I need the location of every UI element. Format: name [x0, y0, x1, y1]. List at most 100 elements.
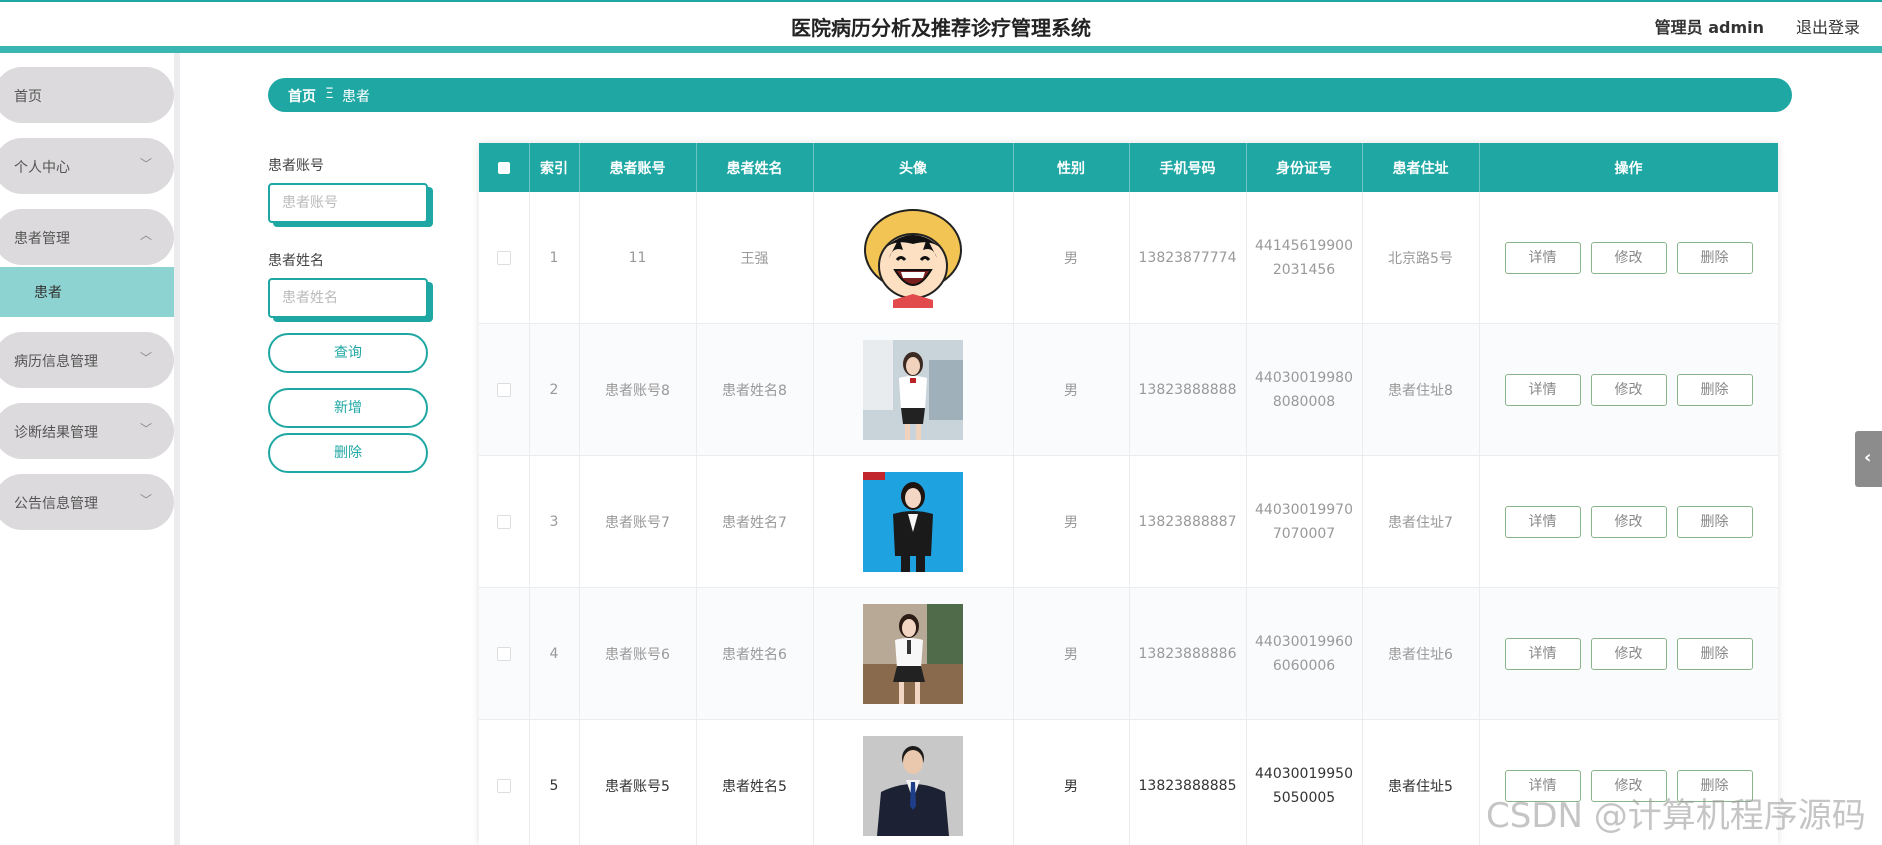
sidebar-item-personal-center[interactable]: 个人中心 ﹀ [0, 138, 174, 194]
sidebar-item-announcements[interactable]: 公告信息管理 ﹀ [0, 474, 174, 530]
admin-label: 管理员 admin [1654, 18, 1764, 37]
cell-name: 患者姓名7 [696, 455, 814, 588]
cell-gender: 男 [1013, 719, 1130, 845]
header: 医院病历分析及推荐诊疗管理系统 管理员 admin 退出登录 [0, 2, 1882, 46]
detail-button[interactable]: 详情 [1504, 373, 1581, 406]
cell-phone: 13823877774 [1129, 192, 1247, 324]
woman-blue-bg-photo-image [863, 471, 963, 572]
detail-button[interactable]: 详情 [1504, 505, 1581, 538]
sidebar-item-diagnosis-results[interactable]: 诊断结果管理 ﹀ [0, 403, 174, 459]
cell-name: 王强 [696, 192, 814, 324]
cartoon-avatar-image [864, 208, 962, 308]
cell-phone: 13823888886 [1129, 587, 1247, 720]
sidebar-item-label: 公告信息管理 [14, 496, 98, 512]
cell-id-number: 44030019970 7070007 [1246, 455, 1363, 588]
cell-id-number: 44030019980 8080008 [1246, 323, 1363, 456]
cell-name: 患者姓名8 [696, 323, 814, 456]
chevron-down-icon: ﹀ [139, 493, 152, 507]
cell-address: 患者住址8 [1362, 323, 1480, 456]
account-search-input[interactable] [268, 183, 428, 223]
sidebar-item-label: 诊断结果管理 [14, 425, 98, 441]
cell-id-number: 44030019960 6060006 [1246, 587, 1363, 720]
breadcrumb: 首页 Ξ 患者 [268, 78, 1792, 112]
cell-gender: 男 [1013, 192, 1130, 324]
collapse-tab[interactable]: ‹ [1855, 431, 1882, 487]
cell-account: 患者账号7 [579, 455, 697, 588]
cell-index: 4 [529, 587, 580, 720]
logout-button[interactable]: 退出登录 [1796, 14, 1860, 38]
man-suit-photo-image [863, 735, 963, 836]
woman-photo-image [863, 339, 963, 440]
edit-button[interactable]: 修改 [1590, 241, 1667, 274]
cell-gender: 男 [1013, 455, 1130, 588]
name-search-input[interactable] [268, 278, 428, 318]
cell-gender: 男 [1013, 587, 1130, 720]
cell-account: 患者账号8 [579, 323, 697, 456]
column-header: 患者账号 [579, 143, 697, 192]
patient-table: 索引 患者账号 患者姓名 头像 性别 手机号码 身份证号 患者住址 操作 1 1… [479, 143, 1778, 845]
cell-account: 患者账号6 [579, 587, 697, 720]
row-checkbox[interactable] [496, 382, 511, 397]
cell-phone: 13823888885 [1129, 719, 1247, 845]
sidebar-item-patient-management[interactable]: 患者管理 ︿ [0, 209, 174, 265]
column-header: 性别 [1013, 143, 1130, 192]
header-bar [0, 46, 1882, 53]
cell-phone: 13823888887 [1129, 455, 1247, 588]
delete-button[interactable]: 删除 [1676, 637, 1753, 670]
row-checkbox[interactable] [496, 250, 511, 265]
select-all-checkbox[interactable] [479, 143, 530, 192]
delete-button[interactable]: 删除 [1676, 373, 1753, 406]
edit-button[interactable]: 修改 [1590, 505, 1667, 538]
cell-account: 患者账号5 [579, 719, 697, 845]
column-header: 患者住址 [1362, 143, 1480, 192]
sidebar-item-home[interactable]: 首页 [0, 67, 174, 123]
woman-seated-photo-image [863, 603, 963, 704]
query-button[interactable]: 查询 [268, 333, 428, 373]
app-title: 医院病历分析及推荐诊疗管理系统 [791, 16, 1091, 40]
cell-address: 患者住址6 [1362, 587, 1480, 720]
chevron-down-icon: ﹀ [139, 157, 152, 171]
column-header: 患者姓名 [696, 143, 814, 192]
delete-button[interactable]: 删除 [1676, 241, 1753, 274]
cell-account: 11 [579, 192, 697, 324]
add-button[interactable]: 新增 [268, 388, 428, 428]
sidebar-item-label: 个人中心 [14, 160, 70, 176]
cell-address: 患者住址5 [1362, 719, 1480, 845]
cell-name: 患者姓名6 [696, 587, 814, 720]
sidebar-item-label: 病历信息管理 [14, 354, 98, 370]
cell-id-number: 44145619900 2031456 [1246, 192, 1363, 324]
detail-button[interactable]: 详情 [1504, 241, 1581, 274]
edit-button[interactable]: 修改 [1590, 637, 1667, 670]
chevron-up-icon: ︿ [139, 228, 152, 242]
row-checkbox[interactable] [496, 646, 511, 661]
breadcrumb-separator-icon: Ξ [325, 86, 334, 102]
column-header: 手机号码 [1129, 143, 1247, 192]
edit-button[interactable]: 修改 [1590, 373, 1667, 406]
sidebar-subitem-patient[interactable]: 患者 [0, 267, 174, 317]
table-header-row: 索引 患者账号 患者姓名 头像 性别 手机号码 身份证号 患者住址 操作 [479, 143, 1778, 192]
cell-index: 1 [529, 192, 580, 324]
detail-button[interactable]: 详情 [1504, 637, 1581, 670]
cell-index: 5 [529, 719, 580, 845]
row-checkbox[interactable] [496, 514, 511, 529]
chevron-down-icon: ﹀ [139, 422, 152, 436]
delete-button[interactable]: 删除 [1676, 505, 1753, 538]
column-header: 索引 [529, 143, 580, 192]
column-header: 操作 [1479, 143, 1778, 192]
sidebar-item-medical-records[interactable]: 病历信息管理 ﹀ [0, 332, 174, 388]
row-checkbox[interactable] [496, 778, 511, 793]
sidebar: 首页 个人中心 ﹀ 患者管理 ︿ 患者 病历信息管理 ﹀ 诊断结果管理 ﹀ 公告… [0, 53, 180, 845]
breadcrumb-home-link[interactable]: 首页 [288, 86, 316, 106]
watermark: CSDN @计算机程序源码 [1486, 796, 1866, 836]
breadcrumb-current: 患者 [342, 89, 370, 105]
table-row: 2 患者账号8 患者姓名8 男 13823888888 44030019980 … [479, 323, 1778, 456]
cell-address: 北京路5号 [1362, 192, 1480, 324]
cell-address: 患者住址7 [1362, 455, 1480, 588]
cell-gender: 男 [1013, 323, 1130, 456]
sidebar-item-label: 患者管理 [14, 231, 70, 247]
cell-phone: 13823888888 [1129, 323, 1247, 456]
cell-index: 3 [529, 455, 580, 588]
column-header: 身份证号 [1246, 143, 1363, 192]
cell-name: 患者姓名5 [696, 719, 814, 845]
batch-delete-button[interactable]: 删除 [268, 433, 428, 473]
